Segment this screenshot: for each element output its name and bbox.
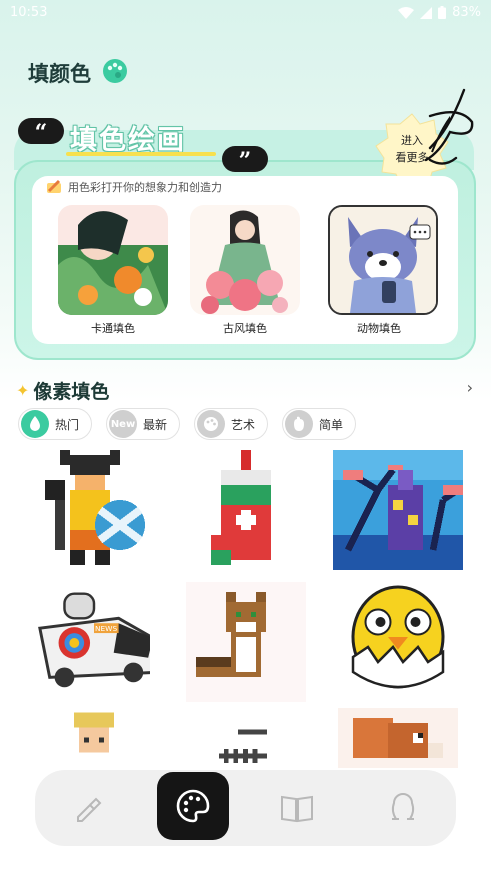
fence-pixel-image <box>219 729 267 764</box>
pixel-tile-fence[interactable] <box>208 720 328 768</box>
animal-coloring-image <box>330 207 436 313</box>
news-van-pixel-image: NEWS <box>38 592 150 688</box>
palette-icon <box>103 59 127 83</box>
hand-icon <box>285 410 314 438</box>
palette-icon <box>176 789 210 823</box>
chip-hot-label: 热门 <box>55 417 80 432</box>
filter-chips: 热门 New 最新 艺术 简单 <box>18 408 357 440</box>
wifi-icon <box>398 6 415 19</box>
close-quote-icon: ” <box>222 146 268 174</box>
flame-icon <box>21 410 49 438</box>
nav-palette[interactable] <box>157 772 229 840</box>
banner-subtitle: 用色彩打开你的想象力和创造力 <box>46 179 222 195</box>
sparkle-icon: ✦ <box>16 381 30 400</box>
ancient-coloring-image <box>190 205 300 315</box>
pixel-tile-chick[interactable] <box>348 582 468 702</box>
castle-pixel-image <box>333 450 463 570</box>
chevron-right-icon[interactable]: › <box>467 378 473 397</box>
battery-icon <box>438 6 447 19</box>
chip-new-label: 最新 <box>143 417 168 432</box>
category-ancient-style[interactable] <box>190 205 300 315</box>
category-animal-label: 动物填色 <box>357 322 401 335</box>
pixel-tile-squirrel[interactable] <box>338 708 458 768</box>
profile-icon <box>391 793 415 820</box>
pixel-tile-stocking[interactable] <box>186 450 306 570</box>
pixel-title-text: 像素填色 <box>33 381 110 403</box>
chip-simple-label: 简单 <box>319 417 344 432</box>
status-time: 10:53 <box>10 5 48 20</box>
open-quote-icon: “ <box>18 118 64 146</box>
subtitle-text: 用色彩打开你的想象力和创造力 <box>68 181 222 194</box>
pixel-section-title: ✦ 像素填色 <box>16 377 109 404</box>
nav-book[interactable] <box>262 770 332 846</box>
pencil-icon <box>47 179 61 193</box>
battery-percent: 83% <box>452 5 481 20</box>
book-icon <box>281 795 313 823</box>
new-icon: New <box>109 410 138 438</box>
stocking-pixel-image <box>211 450 271 565</box>
dropper-icon <box>77 797 102 822</box>
pixel-tile-old-man[interactable] <box>64 712 184 768</box>
chip-hot[interactable]: 热门 <box>18 408 93 440</box>
pixel-tile-news-van[interactable]: NEWS <box>30 578 150 698</box>
category-cartoon-label: 卡通填色 <box>91 322 135 335</box>
category-ancient-label: 古风填色 <box>223 322 267 335</box>
nav-dropper[interactable] <box>52 770 122 846</box>
category-animal[interactable] <box>328 205 438 315</box>
nav-profile[interactable] <box>368 770 438 846</box>
chip-art[interactable]: 艺术 <box>194 408 269 440</box>
pixel-tile-viking[interactable] <box>30 450 150 570</box>
scribble-decoration-icon <box>424 88 474 165</box>
page-title: 填颜色 <box>28 62 91 86</box>
chip-simple[interactable]: 简单 <box>282 408 357 440</box>
palette-icon <box>197 410 226 438</box>
pixel-tile-raccoon[interactable] <box>186 582 306 702</box>
cartoon-coloring-image <box>58 205 168 315</box>
signal-icon <box>420 6 433 19</box>
pixel-tile-castle[interactable] <box>332 450 464 570</box>
status-bar: 10:53 83% <box>0 0 491 28</box>
old-man-pixel-image <box>74 712 114 768</box>
squirrel-pixel-image <box>338 708 458 768</box>
van-sign-text: NEWS <box>95 624 117 633</box>
title-underline <box>66 152 216 156</box>
chip-new[interactable]: New 最新 <box>106 408 181 440</box>
category-cartoon[interactable] <box>58 205 168 315</box>
status-icons: 83% <box>398 5 481 20</box>
chip-art-label: 艺术 <box>231 417 256 432</box>
raccoon-pixel-image <box>186 582 306 702</box>
chick-pixel-image <box>351 585 445 689</box>
viking-pixel-image <box>45 450 145 565</box>
